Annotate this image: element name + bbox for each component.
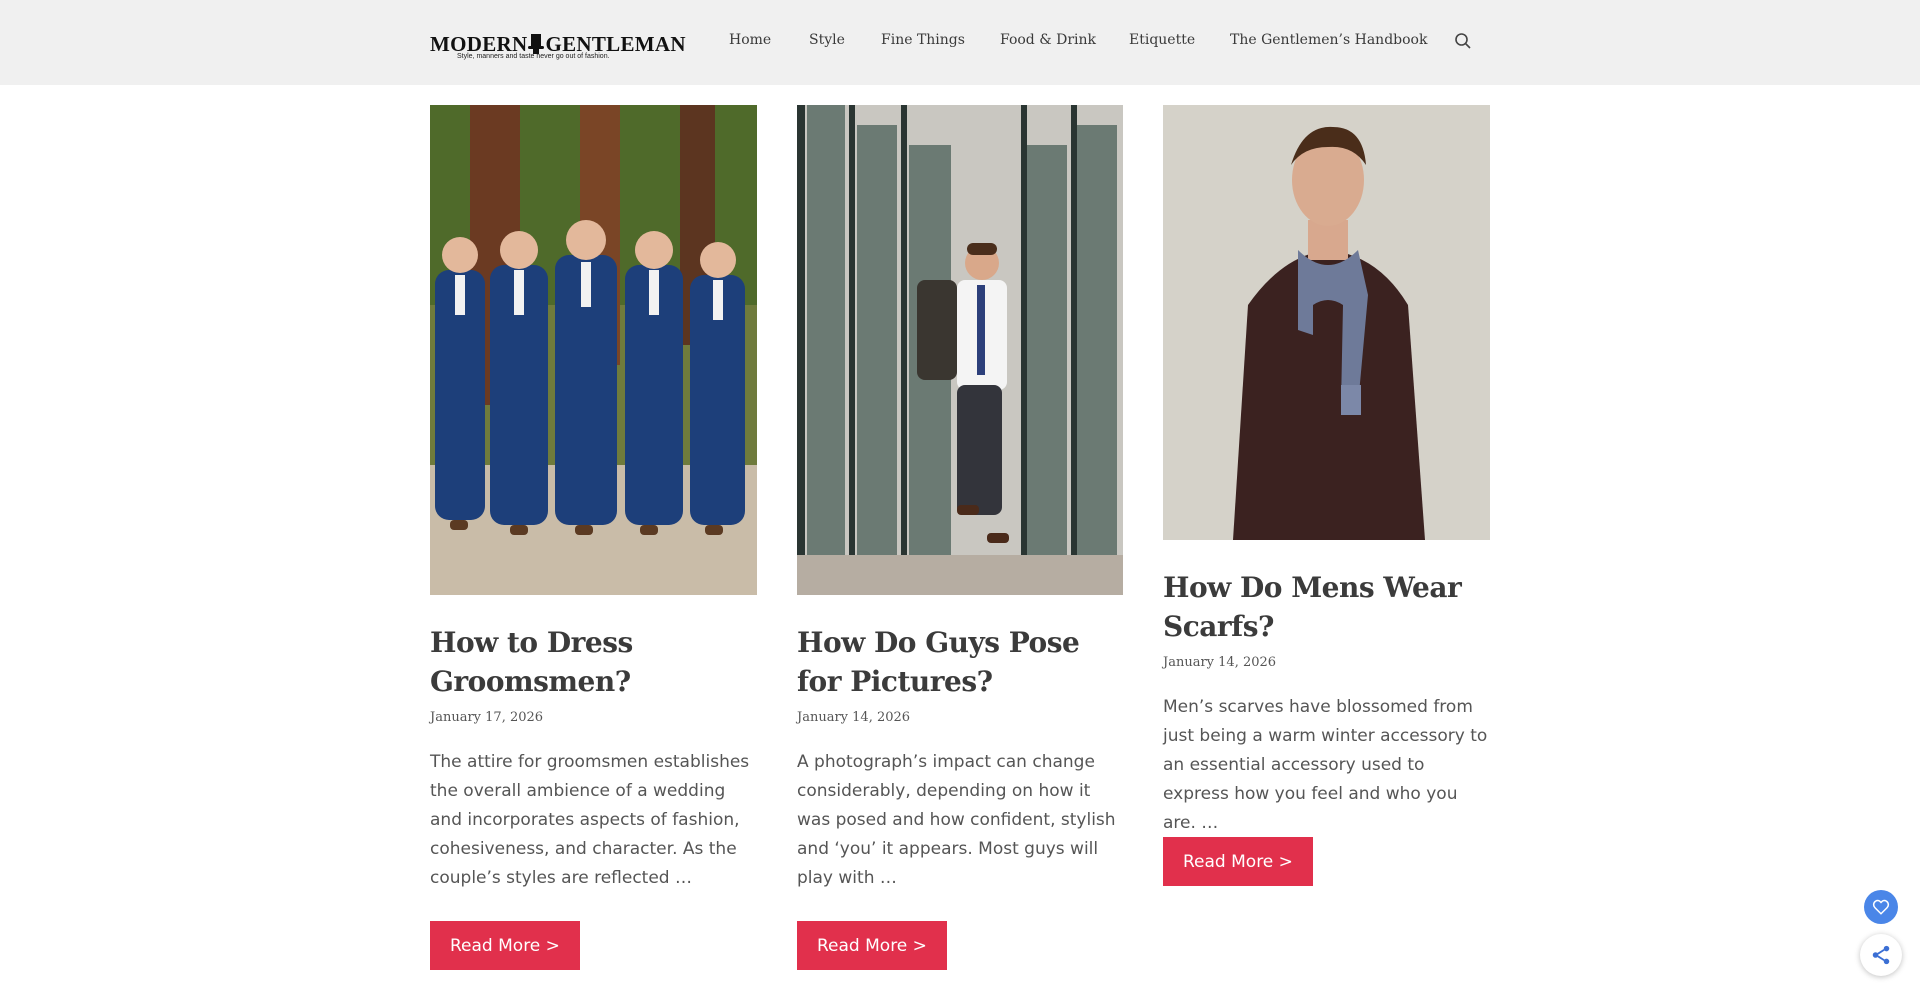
nav-fine-things[interactable]: Fine Things <box>881 32 965 48</box>
search-icon[interactable] <box>1454 32 1472 50</box>
post-title-scarfs[interactable]: How Do Mens Wear Scarfs? <box>1163 568 1493 646</box>
read-more-button[interactable]: Read More > <box>797 921 947 970</box>
site-header: MODERN GENTLEMAN Style, manners and taste… <box>0 0 1920 85</box>
man-leaning-on-glass-wall-photo <box>797 105 1123 595</box>
read-more-button[interactable]: Read More > <box>1163 837 1313 886</box>
post-date: January 14, 2026 <box>797 710 911 725</box>
heart-icon <box>1872 899 1890 915</box>
post-title-groomsmen[interactable]: How to Dress Groomsmen? <box>430 623 757 701</box>
post-image-groomsmen[interactable] <box>430 105 757 595</box>
post-image-pose[interactable] <box>797 105 1123 595</box>
post-excerpt: The attire for groomsmen establishes the… <box>430 752 750 888</box>
logo-tagline: Style, manners and taste never go out of… <box>457 53 610 60</box>
nav-food-drink[interactable]: Food & Drink <box>1000 32 1096 48</box>
share-icon <box>1872 945 1890 965</box>
post-title-pose[interactable]: How Do Guys Pose for Pictures? <box>797 623 1127 701</box>
post-excerpt: Men’s scarves have blossomed from just b… <box>1163 697 1488 833</box>
site-logo[interactable]: MODERN GENTLEMAN Style, manners and taste… <box>430 20 686 64</box>
favorite-button[interactable] <box>1864 890 1898 924</box>
groomsmen-in-blue-suits-photo <box>430 105 757 595</box>
nav-home[interactable]: Home <box>729 32 771 48</box>
post-date: January 17, 2026 <box>430 710 544 725</box>
post-date: January 14, 2026 <box>1163 655 1277 670</box>
post-image-scarfs[interactable] <box>1163 105 1490 540</box>
nav-etiquette[interactable]: Etiquette <box>1129 32 1195 48</box>
top-hat-icon <box>528 34 545 54</box>
share-button[interactable] <box>1860 934 1902 976</box>
nav-gentlemens-handbook[interactable]: The Gentlemen’s Handbook <box>1230 32 1427 48</box>
read-more-button[interactable]: Read More > <box>430 921 580 970</box>
nav-style[interactable]: Style <box>809 32 845 48</box>
post-excerpt: A photograph’s impact can change conside… <box>797 752 1116 888</box>
man-in-coat-and-scarf-photo <box>1163 105 1490 540</box>
